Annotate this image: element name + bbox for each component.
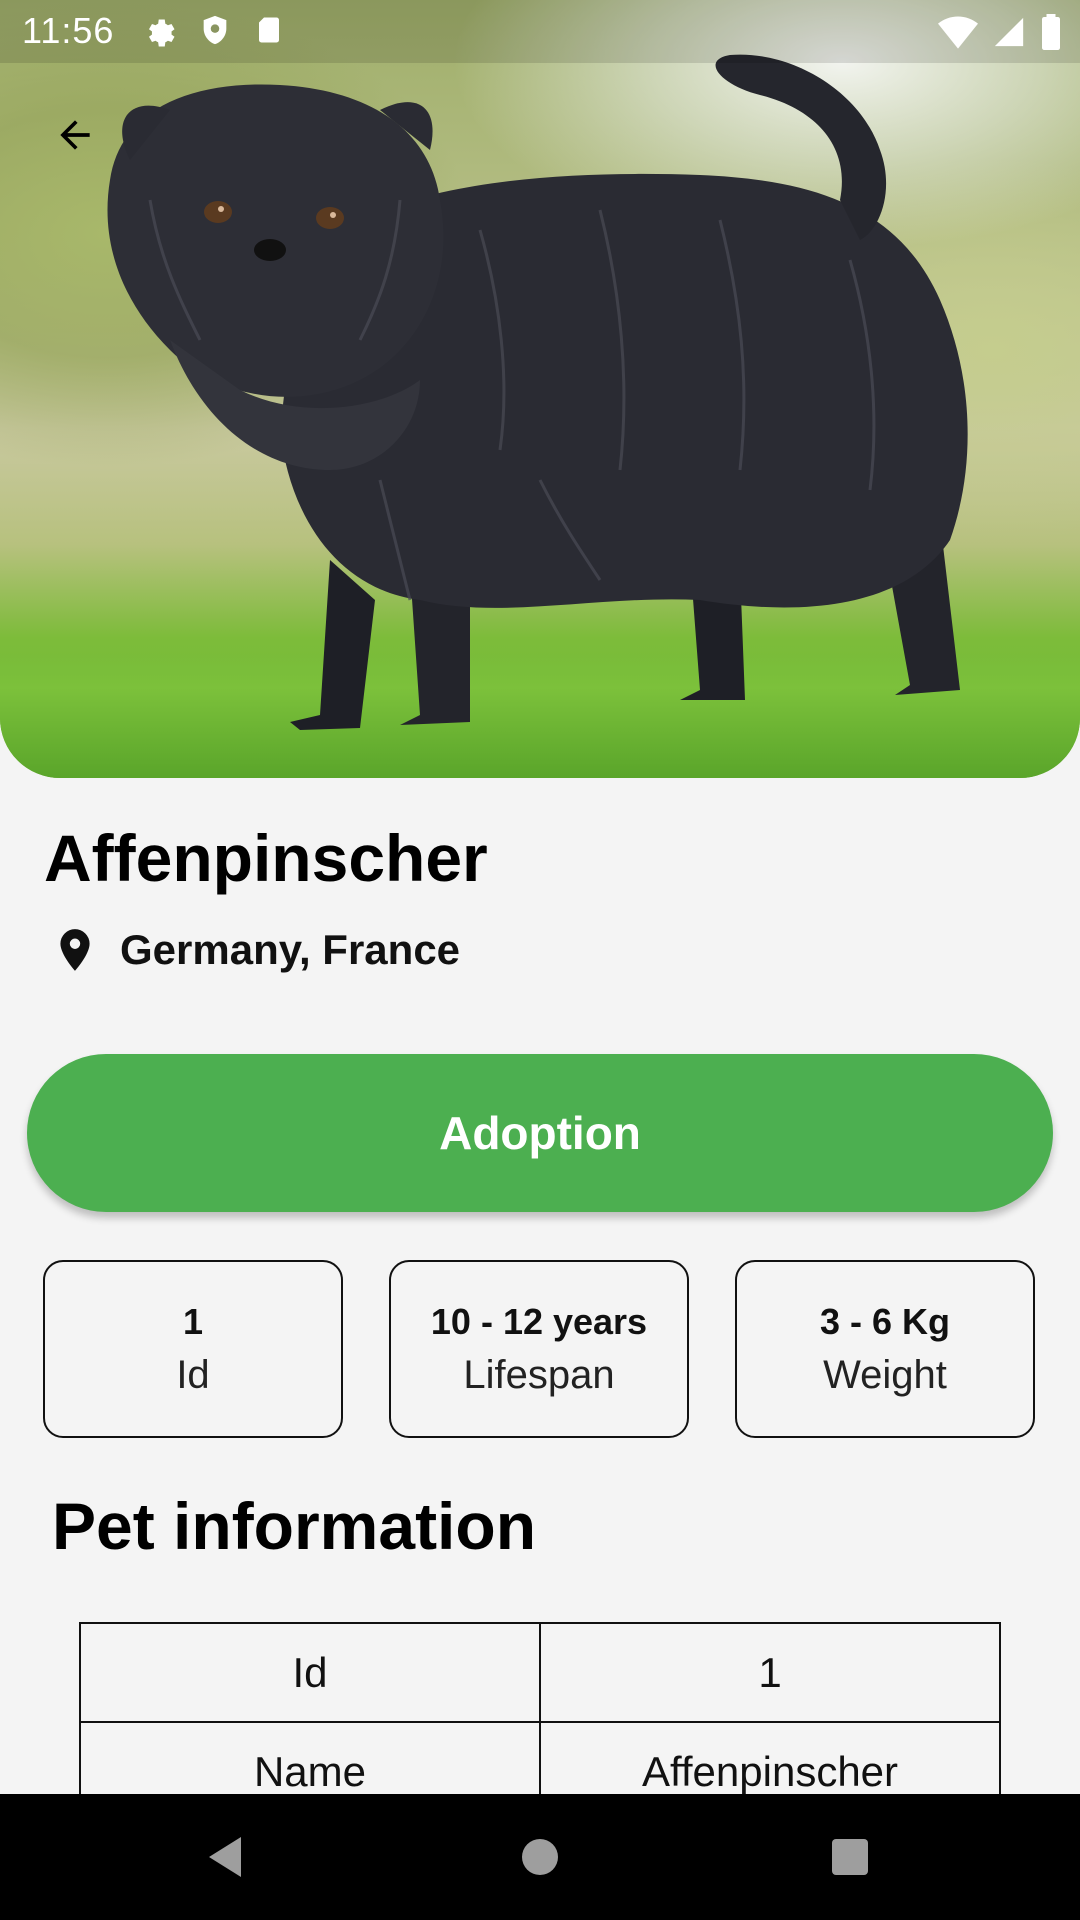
arrow-left-icon: [60, 120, 90, 150]
battery-icon: [1042, 14, 1060, 50]
pet-info-table: Id 1 Name Affenpinscher: [79, 1622, 1001, 1794]
cell-signal-icon: [994, 17, 1024, 47]
adoption-button[interactable]: Adoption: [27, 1054, 1053, 1212]
settings-icon: [149, 19, 175, 47]
pet-photo: 11:56: [0, 0, 1080, 778]
table-row: Id 1: [79, 1622, 1001, 1723]
stat-label: Lifespan: [463, 1352, 615, 1397]
nav-home-button[interactable]: [480, 1794, 600, 1920]
shield-icon: [203, 15, 227, 45]
stat-value: 3 - 6 Kg: [819, 1300, 951, 1342]
stat-card-lifespan: 10 - 12 years Lifespan: [389, 1260, 689, 1438]
wifi-icon: [938, 16, 978, 49]
table-cell-key: Id: [79, 1622, 541, 1723]
section-title: Pet information: [52, 1489, 537, 1563]
location-pin-icon: [60, 929, 90, 971]
stat-card-weight: 3 - 6 Kg Weight: [735, 1260, 1035, 1438]
dog-illustration: [107, 54, 968, 730]
table-cell-key: Name: [79, 1721, 541, 1794]
square-recents-icon: [832, 1839, 868, 1875]
nav-recents-button[interactable]: [790, 1794, 910, 1920]
nav-back-button[interactable]: [165, 1794, 285, 1920]
stat-label: Id: [176, 1352, 210, 1397]
back-button[interactable]: [40, 105, 110, 165]
circle-home-icon: [522, 1839, 558, 1875]
stat-label: Weight: [823, 1352, 947, 1397]
triangle-back-icon: [209, 1837, 241, 1877]
status-bar: 11:56: [0, 0, 1080, 63]
navigation-bar: [0, 1794, 1080, 1920]
sd-card-icon: [259, 17, 279, 43]
status-time: 11:56: [22, 10, 115, 51]
stat-value: 1: [182, 1300, 204, 1342]
table-cell-value: Affenpinscher: [539, 1721, 1001, 1794]
stat-card-id: 1 Id: [43, 1260, 343, 1438]
table-row: Name Affenpinscher: [79, 1721, 1001, 1794]
stat-value: 10 - 12 years: [430, 1300, 648, 1342]
origin-text: Germany, France: [120, 926, 461, 973]
pet-name: Affenpinscher: [44, 821, 488, 895]
origin-row: Germany, France: [50, 922, 460, 978]
table-cell-value: 1: [539, 1622, 1001, 1723]
